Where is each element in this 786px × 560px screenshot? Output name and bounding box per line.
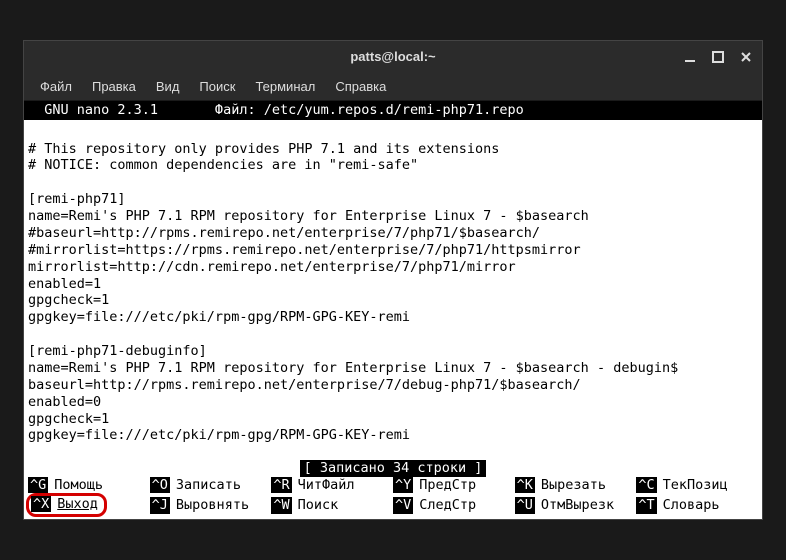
shortcut-ctrl-v[interactable]: ^VСледСтр xyxy=(393,493,515,517)
shortcut-ctrl-c[interactable]: ^CТекПозиц xyxy=(636,477,758,494)
shortcut-ctrl-j[interactable]: ^JВыровнять xyxy=(150,493,272,517)
shortcuts-bar: ^GПомощь^OЗаписать^RЧитФайл^YПредСтр^KВы… xyxy=(24,477,762,520)
window-controls xyxy=(682,49,754,65)
nano-header-text: GNU nano 2.3.1 Файл: /etc/yum.repos.d/re… xyxy=(28,102,670,119)
menu-view[interactable]: Вид xyxy=(148,77,188,96)
shortcut-ctrl-t[interactable]: ^TСловарь xyxy=(636,493,758,517)
titlebar: patts@local:~ xyxy=(24,41,762,73)
menu-terminal[interactable]: Терминал xyxy=(247,77,323,96)
menu-file[interactable]: Файл xyxy=(32,77,80,96)
window-title: patts@local:~ xyxy=(350,49,435,64)
shortcut-ctrl-u[interactable]: ^UОтмВырезк xyxy=(515,493,637,517)
close-button[interactable] xyxy=(738,49,754,65)
menu-help[interactable]: Справка xyxy=(327,77,394,96)
file-content: # This repository only provides PHP 7.1 … xyxy=(24,120,762,460)
terminal-area[interactable]: GNU nano 2.3.1 Файл: /etc/yum.repos.d/re… xyxy=(24,101,762,520)
maximize-button[interactable] xyxy=(710,49,726,65)
menubar: Файл Правка Вид Поиск Терминал Справка xyxy=(24,73,762,101)
shortcut-ctrl-g[interactable]: ^GПомощь xyxy=(28,477,150,494)
shortcut-ctrl-r[interactable]: ^RЧитФайл xyxy=(271,477,393,494)
shortcut-ctrl-x[interactable]: ^XВыход xyxy=(28,493,150,517)
shortcut-ctrl-k[interactable]: ^KВырезать xyxy=(515,477,637,494)
nano-header: GNU nano 2.3.1 Файл: /etc/yum.repos.d/re… xyxy=(24,101,762,120)
menu-edit[interactable]: Правка xyxy=(84,77,144,96)
shortcut-ctrl-o[interactable]: ^OЗаписать xyxy=(150,477,272,494)
shortcut-ctrl-y[interactable]: ^YПредСтр xyxy=(393,477,515,494)
status-text: [ Записано 34 строки ] xyxy=(300,460,487,477)
shortcut-ctrl-w[interactable]: ^WПоиск xyxy=(271,493,393,517)
minimize-button[interactable] xyxy=(682,49,698,65)
terminal-window: patts@local:~ Файл Правка Вид Поиск Терм… xyxy=(23,40,763,521)
status-line: [ Записано 34 строки ] xyxy=(24,460,762,477)
menu-search[interactable]: Поиск xyxy=(191,77,243,96)
